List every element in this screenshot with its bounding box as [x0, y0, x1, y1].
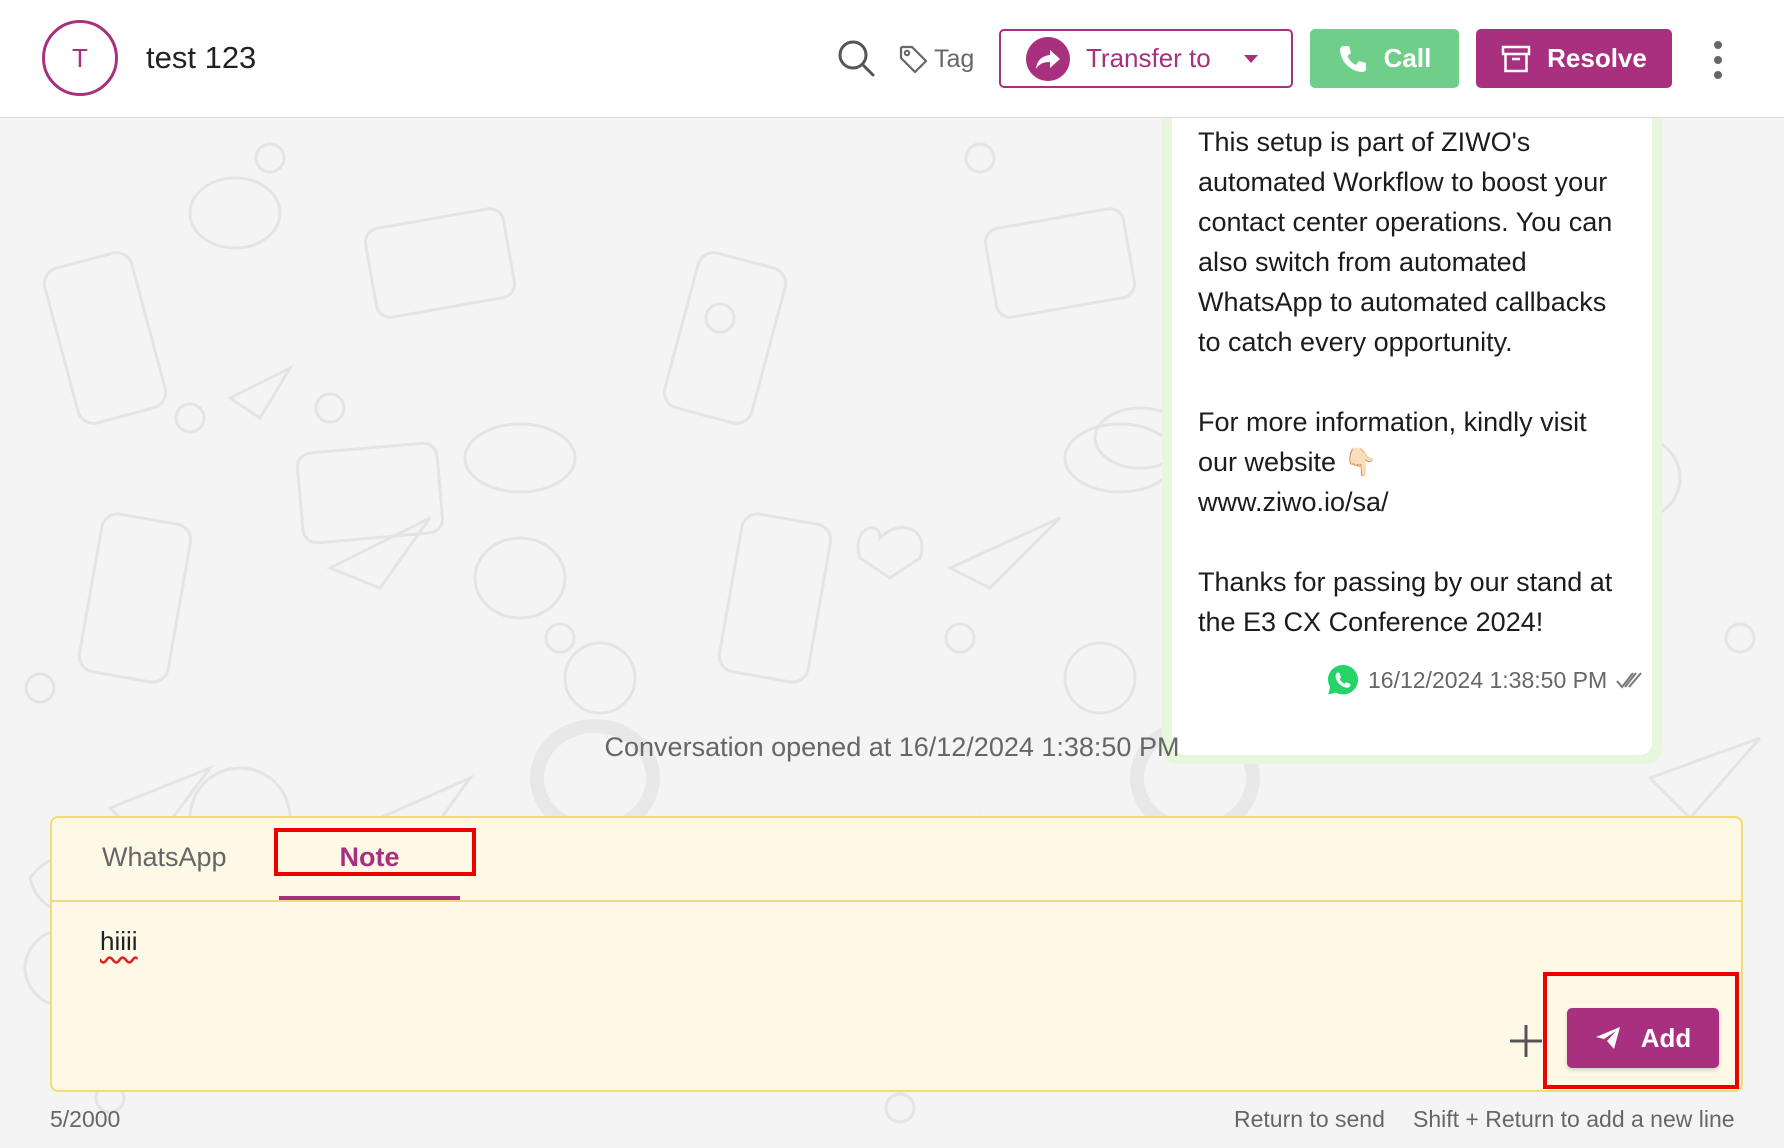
composer: WhatsApp Note hiiii Add	[50, 816, 1743, 1092]
tab-whatsapp[interactable]: WhatsApp	[102, 842, 227, 873]
tag-button[interactable]: Tag	[898, 42, 974, 76]
message-timestamp: 16/12/2024 1:38:50 PM	[1368, 666, 1608, 693]
avatar-initial: T	[72, 42, 88, 73]
message-input[interactable]: hiiii	[100, 926, 1300, 966]
character-count: 5/2000	[50, 1106, 121, 1132]
avatar: T	[42, 20, 118, 96]
whatsapp-icon	[1328, 665, 1358, 695]
send-icon	[1595, 1027, 1620, 1049]
add-note-button[interactable]: Add	[1567, 1008, 1719, 1068]
more-options-icon[interactable]	[1710, 40, 1726, 80]
chevron-down-icon	[1243, 54, 1258, 63]
double-check-icon	[1616, 672, 1642, 689]
hint-return-to-send: Return to send	[1234, 1106, 1385, 1132]
active-tab-indicator	[279, 896, 460, 900]
call-label: Call	[1383, 43, 1432, 73]
chat-area: This setup is part of ZIWO's automated W…	[0, 118, 1784, 1148]
transfer-dropdown[interactable]: Transfer to	[999, 29, 1293, 88]
composer-tabs: WhatsApp Note	[52, 818, 1741, 902]
resolve-button[interactable]: Resolve	[1476, 29, 1672, 88]
highlight-box-note-tab	[274, 828, 476, 876]
add-label: Add	[1640, 1022, 1692, 1053]
archive-icon	[1501, 45, 1531, 72]
call-button[interactable]: Call	[1310, 29, 1459, 88]
phone-icon	[1339, 45, 1366, 72]
conversation-header: T test 123 Tag Transfer to Call Resolve	[0, 0, 1784, 118]
plus-icon[interactable]	[1508, 1023, 1544, 1059]
tag-icon	[899, 45, 928, 74]
system-message: Conversation opened at 16/12/2024 1:38:5…	[604, 732, 1180, 762]
transfer-label: Transfer to	[1086, 43, 1211, 73]
hint-shift-return: Shift + Return to add a new line	[1413, 1106, 1735, 1132]
contact-name: test 123	[146, 40, 257, 75]
resolve-label: Resolve	[1547, 43, 1647, 73]
tag-label: Tag	[934, 44, 975, 73]
search-icon[interactable]	[836, 38, 876, 78]
forward-icon	[1026, 36, 1070, 81]
message-meta: 16/12/2024 1:38:50 PM	[1326, 660, 1643, 700]
